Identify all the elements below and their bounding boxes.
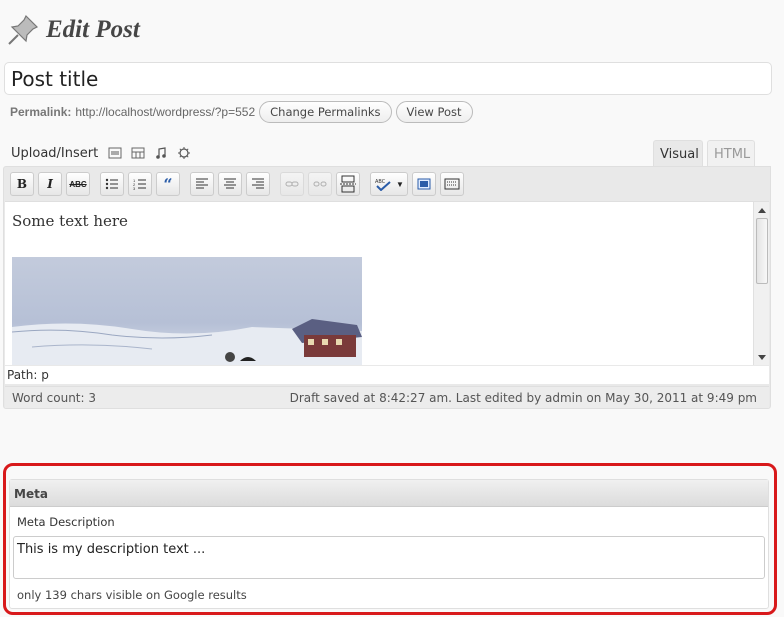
add-video-icon[interactable] [131,146,145,160]
change-permalinks-button[interactable]: Change Permalinks [259,101,392,123]
bold-button[interactable]: B [10,172,34,196]
editor-scrollbar[interactable] [753,202,769,365]
align-right-icon [252,178,264,189]
numbered-list-button[interactable]: 123 [128,172,152,196]
upload-insert-label: Upload/Insert [11,145,99,161]
bullet-list-button[interactable] [100,172,124,196]
permalink-row: Permalink: http://localhost/wordpress/?p… [10,101,477,123]
editor-content[interactable]: Some text here [5,201,769,365]
kitchen-sink-icon [444,178,460,190]
chevron-down-icon[interactable]: ▼ [396,180,404,189]
post-editor: B I ABC 123 “ ABC ▼ Some text here Path:… [3,166,771,409]
page-header: Edit Post [6,12,140,48]
meta-box-title[interactable]: Meta [10,480,768,507]
content-image[interactable] [12,257,362,365]
add-image-icon[interactable] [108,146,122,160]
insert-link-button[interactable] [280,172,304,196]
align-center-button[interactable] [218,172,242,196]
meta-description-label: Meta Description [17,515,115,529]
strikethrough-button[interactable]: ABC [66,172,90,196]
scroll-up-icon[interactable] [758,208,766,213]
more-tag-icon [340,175,356,193]
blockquote-button[interactable]: “ [156,172,180,196]
pushpin-icon [8,14,39,45]
link-icon [285,181,299,187]
align-center-icon [224,178,236,189]
bullet-list-icon [105,178,118,190]
insert-more-button[interactable] [336,172,360,196]
align-left-button[interactable] [190,172,214,196]
word-count: Word count: 3 [12,390,97,405]
upload-insert-bar: Upload/Insert [11,143,200,163]
meta-box: Meta Meta Description This is my descrip… [9,479,769,609]
svg-text:3: 3 [133,186,136,190]
unlink-button[interactable] [308,172,332,196]
meta-description-field[interactable]: This is my description text ... [13,536,765,579]
permalink-label: Permalink: [10,105,72,119]
align-right-button[interactable] [246,172,270,196]
add-media-icon[interactable] [177,146,191,160]
kitchen-sink-button[interactable] [440,172,464,196]
editor-toolbar: B I ABC 123 “ ABC ▼ [10,172,468,196]
unlink-icon [313,181,327,187]
fullscreen-icon [417,178,431,190]
meta-description-hint: only 139 chars visible on Google results [17,588,247,602]
tab-html[interactable]: HTML [707,140,755,167]
draft-status: Draft saved at 8:42:27 am. Last edited b… [289,390,757,405]
editor-text[interactable]: Some text here [12,212,128,230]
italic-button[interactable]: I [38,172,62,196]
spellcheck-button[interactable]: ABC ▼ [370,172,408,196]
editor-path: Path: p [5,366,769,384]
spellcheck-icon: ABC [375,179,391,191]
tab-visual[interactable]: Visual [653,140,703,167]
view-post-button[interactable]: View Post [395,101,473,123]
numbered-list-icon: 123 [133,178,146,190]
svg-text:ABC: ABC [375,179,386,185]
add-audio-icon[interactable] [154,146,168,160]
align-left-icon [196,178,208,189]
permalink-url[interactable]: http://localhost/wordpress/?p=552 [75,105,255,119]
fullscreen-button[interactable] [412,172,436,196]
scroll-thumb[interactable] [756,218,768,284]
post-title-input[interactable] [4,62,772,95]
page-title: Edit Post [46,16,140,43]
editor-status-bar: Word count: 3 Draft saved at 8:42:27 am.… [5,386,769,408]
scroll-down-icon[interactable] [758,355,766,360]
